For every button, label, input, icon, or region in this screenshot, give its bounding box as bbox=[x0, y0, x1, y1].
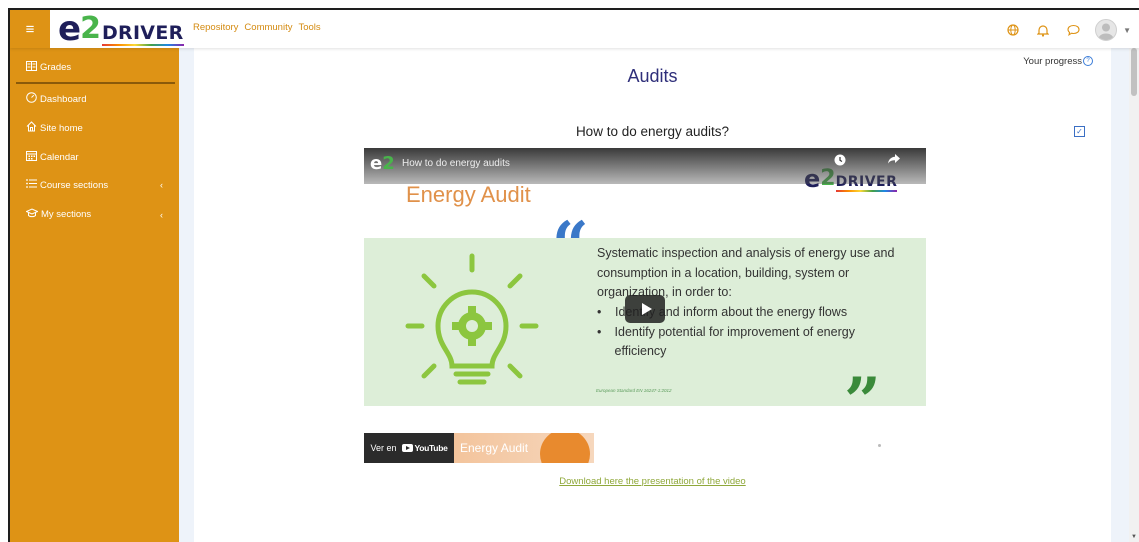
hamburger-icon[interactable]: ≡ bbox=[10, 10, 50, 48]
sidebar-item-label: Calendar bbox=[40, 151, 79, 163]
primary-nav: Repository Community Tools bbox=[193, 22, 321, 33]
content-left-gutter bbox=[179, 48, 194, 542]
scroll-down-icon[interactable]: ▼ bbox=[1131, 534, 1137, 540]
sidebar-item-site-home[interactable]: Site home bbox=[26, 121, 83, 135]
nav-link-tools[interactable]: Tools bbox=[298, 22, 320, 33]
list-icon bbox=[26, 179, 37, 191]
top-right-icons: ▼ bbox=[1005, 19, 1131, 41]
youtube-logo-icon: YouTube bbox=[401, 443, 448, 453]
active-item-indicator bbox=[16, 82, 175, 84]
sidebar-item-calendar[interactable]: Calendar bbox=[26, 150, 79, 164]
sidebar-item-label: Site home bbox=[40, 122, 83, 134]
video-title-bar: e2 How to do energy audits bbox=[364, 148, 926, 184]
graduation-cap-icon bbox=[25, 208, 39, 221]
watch-later-icon[interactable] bbox=[833, 154, 847, 168]
sidebar-item-label: My sections bbox=[41, 209, 92, 220]
sidebar-item-dashboard[interactable]: Dashboard bbox=[26, 92, 86, 106]
sidebar-item-label: Course sections bbox=[40, 179, 109, 191]
user-avatar-icon[interactable] bbox=[1095, 19, 1118, 41]
completion-checkbox[interactable]: ✓ bbox=[1074, 126, 1085, 137]
dashboard-icon bbox=[26, 92, 37, 106]
thumbnail-circle bbox=[540, 433, 590, 463]
bell-icon[interactable] bbox=[1035, 22, 1051, 38]
standard-reference: European Standard EN 16247-1:2012 bbox=[596, 388, 672, 393]
sidebar-item-label: Grades bbox=[40, 62, 72, 73]
site-logo[interactable]: e 2 DRIVER bbox=[58, 9, 184, 49]
video-title[interactable]: How to do energy audits bbox=[402, 158, 510, 169]
share-icon[interactable] bbox=[887, 154, 901, 168]
chevron-left-icon[interactable]: ‹ bbox=[160, 180, 163, 190]
thumbnail-label: Energy Audit bbox=[460, 441, 529, 455]
sidebar-item-course-sections[interactable]: Course sections ‹ bbox=[26, 179, 163, 191]
home-icon bbox=[26, 121, 37, 135]
chat-icon[interactable] bbox=[1065, 22, 1081, 38]
watch-on-label: Ver en bbox=[370, 443, 397, 453]
grades-icon bbox=[26, 61, 37, 74]
video-bottom-bar: Ver en YouTube Energy Audit bbox=[364, 433, 926, 463]
progress-dot bbox=[878, 444, 881, 447]
sidebar-item-label: Dashboard bbox=[40, 93, 87, 105]
embedded-video[interactable]: Energy Audit e 2 DRIVER e2 How to do ene… bbox=[364, 148, 926, 463]
help-icon[interactable]: ? bbox=[1083, 56, 1093, 67]
sidebar: Grades Dashboard Site home Calendar Cour… bbox=[10, 48, 179, 542]
nav-link-repository[interactable]: Repository bbox=[193, 22, 238, 33]
globe-icon[interactable] bbox=[1005, 22, 1021, 38]
video-thumbnail-strip: Energy Audit bbox=[454, 433, 594, 463]
download-presentation-link[interactable]: Download here the presentation of the vi… bbox=[194, 476, 1111, 487]
calendar-icon bbox=[26, 150, 37, 164]
scrollbar[interactable]: ▲ ▼ bbox=[1129, 10, 1139, 542]
logo-driver: DRIVER bbox=[101, 22, 184, 46]
content-right-gutter bbox=[1111, 48, 1129, 542]
chevron-left-icon[interactable]: ‹ bbox=[160, 210, 163, 220]
list-item: • Identify potential for improvement of e… bbox=[597, 324, 855, 359]
main-content: Your progress? Audits How to do energy a… bbox=[194, 48, 1111, 542]
lightbulb-gear-icon bbox=[402, 248, 542, 403]
chevron-down-icon[interactable]: ▼ bbox=[1123, 26, 1131, 35]
logo-two: 2 bbox=[80, 11, 101, 46]
logo-e: e bbox=[58, 9, 82, 49]
close-quote-icon: ” bbox=[844, 364, 881, 439]
video-slide-text: Systematic inspection and analysis of en… bbox=[597, 246, 895, 299]
channel-logo-icon[interactable]: e2 bbox=[370, 153, 396, 174]
nav-link-community[interactable]: Community bbox=[244, 22, 292, 33]
play-button[interactable] bbox=[625, 295, 665, 323]
video-slide-heading: Energy Audit bbox=[406, 182, 531, 207]
watch-on-youtube-button[interactable]: Ver en YouTube bbox=[364, 433, 454, 463]
sidebar-item-my-sections[interactable]: My sections ‹ bbox=[25, 208, 163, 221]
top-navbar: ≡ e 2 DRIVER Repository Community Tools … bbox=[10, 10, 1139, 48]
browser-frame: ≡ e 2 DRIVER Repository Community Tools … bbox=[8, 8, 1139, 542]
open-quote-icon: “ bbox=[552, 208, 589, 283]
scrollbar-thumb[interactable] bbox=[1131, 48, 1137, 96]
section-title: How to do energy audits? bbox=[575, 124, 730, 139]
sidebar-item-grades[interactable]: Grades bbox=[26, 61, 71, 74]
page-title: Audits bbox=[627, 66, 678, 86]
